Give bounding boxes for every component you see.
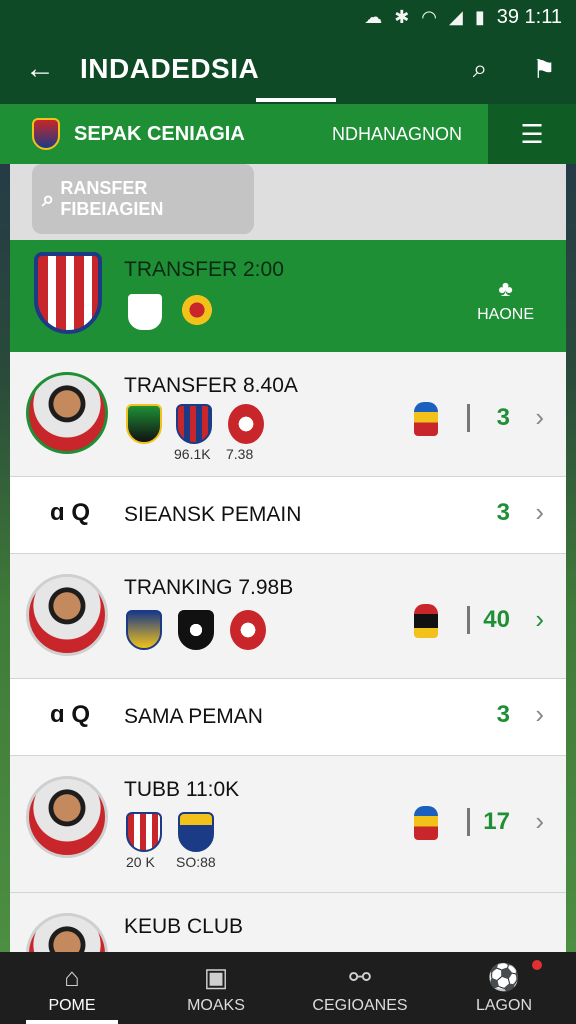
- club-mascot-icon: [414, 604, 438, 638]
- ball-badge-icon: [180, 292, 214, 328]
- page-title: INDADEDSIA: [80, 53, 260, 84]
- notification-dot: [532, 960, 542, 970]
- list-item[interactable]: TRANSFER 8.40A 96.1K 7.38 3 ›: [10, 352, 566, 477]
- home-button[interactable]: ♣ HAONE: [477, 276, 534, 324]
- item-count: 3: [496, 499, 510, 526]
- club-badge-icon: [178, 812, 214, 852]
- item-count: 17: [483, 808, 510, 835]
- divider: [467, 808, 470, 836]
- stat-value: 7.38: [226, 446, 254, 462]
- item-count: 3: [496, 701, 510, 728]
- league-crest-icon: [32, 118, 60, 150]
- item-count: 40: [483, 606, 510, 633]
- stat-value: 20 K: [126, 854, 155, 870]
- search-placeholder: RANSFER FIBEIAGIEN: [60, 178, 164, 219]
- search-icon[interactable]: ⌕: [448, 53, 512, 85]
- nav-label: MOAKS: [187, 996, 245, 1014]
- filter-search-icon: ɑ Q: [50, 499, 90, 526]
- divider: [467, 404, 470, 432]
- list-item[interactable]: TRANKING 7.98B 40 ›: [10, 554, 566, 679]
- club-badge-icon: [230, 610, 266, 650]
- region-label[interactable]: NDHANAGNON: [332, 124, 462, 145]
- club-badge-icon: [126, 610, 162, 650]
- search-input[interactable]: ⌕ RANSFER FIBEIAGIEN: [32, 164, 254, 234]
- nav-label: LAGON: [475, 996, 532, 1014]
- calendar-icon: ▣: [203, 961, 229, 992]
- status-bar: ☁ ✱ ◠ ◢ ▮ 39 1:11: [0, 0, 576, 34]
- chevron-right-icon[interactable]: ›: [535, 806, 544, 837]
- status-time: 39 1:11: [496, 5, 562, 28]
- app-bar: ← INDADEDSIA ⌕ ⚑: [0, 34, 576, 104]
- league-bar: SEPAK CENIAGIA NDHANAGNON ☰: [0, 104, 576, 164]
- featured-title: TRANSFER 2:00: [124, 258, 284, 281]
- club-crest-icon: [34, 252, 102, 334]
- bottom-navigation: ⌂ POME ▣ MOAKS ⚯ CEGIOANES ⚽ LAGON: [0, 952, 576, 1024]
- nav-league[interactable]: ⚽ LAGON: [432, 952, 576, 1024]
- home-shield-icon: ♣: [498, 276, 513, 301]
- chevron-right-icon[interactable]: ›: [535, 699, 544, 730]
- player-avatar: [26, 372, 108, 454]
- chevron-right-icon[interactable]: ›: [535, 402, 544, 433]
- stat-value: 96.1K: [174, 446, 211, 462]
- ball-icon: ⚽: [487, 961, 521, 992]
- club-badge-icon: [178, 610, 214, 650]
- club-mascot-icon: [414, 806, 438, 840]
- notification-icon[interactable]: ⚑: [512, 54, 576, 85]
- club-badge-icon: [126, 292, 164, 332]
- club-badge-icon: [228, 404, 264, 444]
- search-strip: ⌕ RANSFER FIBEIAGIEN: [10, 164, 566, 240]
- list-item[interactable]: ɑ Q SAMA PEMAN 3 ›: [10, 679, 566, 756]
- nav-matches[interactable]: ▣ MOAKS: [144, 952, 288, 1024]
- home-label: HAONE: [477, 306, 534, 323]
- wifi-icon: ◠: [421, 6, 437, 27]
- item-title: TUBB 11:0K: [124, 778, 240, 801]
- nav-home[interactable]: ⌂ POME: [0, 952, 144, 1024]
- player-avatar: [26, 574, 108, 656]
- league-name: SEPAK CENIAGIA: [74, 122, 245, 145]
- player-avatar: [26, 776, 108, 858]
- magnifier-icon: ⌕: [42, 186, 55, 211]
- club-mascot-icon: [414, 402, 438, 436]
- divider: [467, 606, 470, 634]
- nav-label: POME: [48, 996, 96, 1014]
- list-item[interactable]: ɑ Q SIEANSK PEMAIN 3 ›: [10, 477, 566, 554]
- back-arrow-icon[interactable]: ←: [0, 52, 80, 86]
- nav-label: CEGIOANES: [312, 996, 408, 1014]
- chevron-right-icon[interactable]: ›: [535, 604, 544, 635]
- bluetooth-icon: ✱: [394, 6, 410, 27]
- battery-icon: ▮: [474, 6, 485, 27]
- item-title: TRANSFER 8.40A: [124, 374, 298, 397]
- filter-search-icon: ɑ Q: [50, 701, 90, 728]
- content-panel: ⌕ RANSFER FIBEIAGIEN TRANSFER 2:00 ♣ HAO…: [10, 164, 566, 964]
- club-badge-icon: [126, 404, 162, 444]
- featured-transfer-card[interactable]: TRANSFER 2:00 ♣ HAONE: [10, 240, 566, 352]
- club-badge-icon: [176, 404, 212, 444]
- players-icon: ⚯: [349, 961, 371, 992]
- item-label: SIEANSK PEMAIN: [124, 503, 302, 526]
- cloud-icon: ☁: [364, 6, 383, 27]
- item-title: KEUB CLUB: [124, 915, 244, 938]
- item-count: 3: [496, 404, 510, 431]
- signal-icon: ◢: [449, 6, 463, 27]
- item-title: TRANKING 7.98B: [124, 576, 294, 599]
- chevron-right-icon[interactable]: ›: [535, 497, 544, 528]
- club-badge-icon: [126, 812, 162, 852]
- nav-categories[interactable]: ⚯ CEGIOANES: [288, 952, 432, 1024]
- stat-value: SO:88: [176, 854, 216, 870]
- active-tab-indicator: [256, 98, 336, 102]
- home-icon: ⌂: [64, 961, 80, 992]
- list-menu-icon[interactable]: ☰: [488, 104, 576, 164]
- item-label: SAMA PEMAN: [124, 705, 263, 728]
- list-item[interactable]: TUBB 11:0K 20 K SO:88 17 ›: [10, 756, 566, 893]
